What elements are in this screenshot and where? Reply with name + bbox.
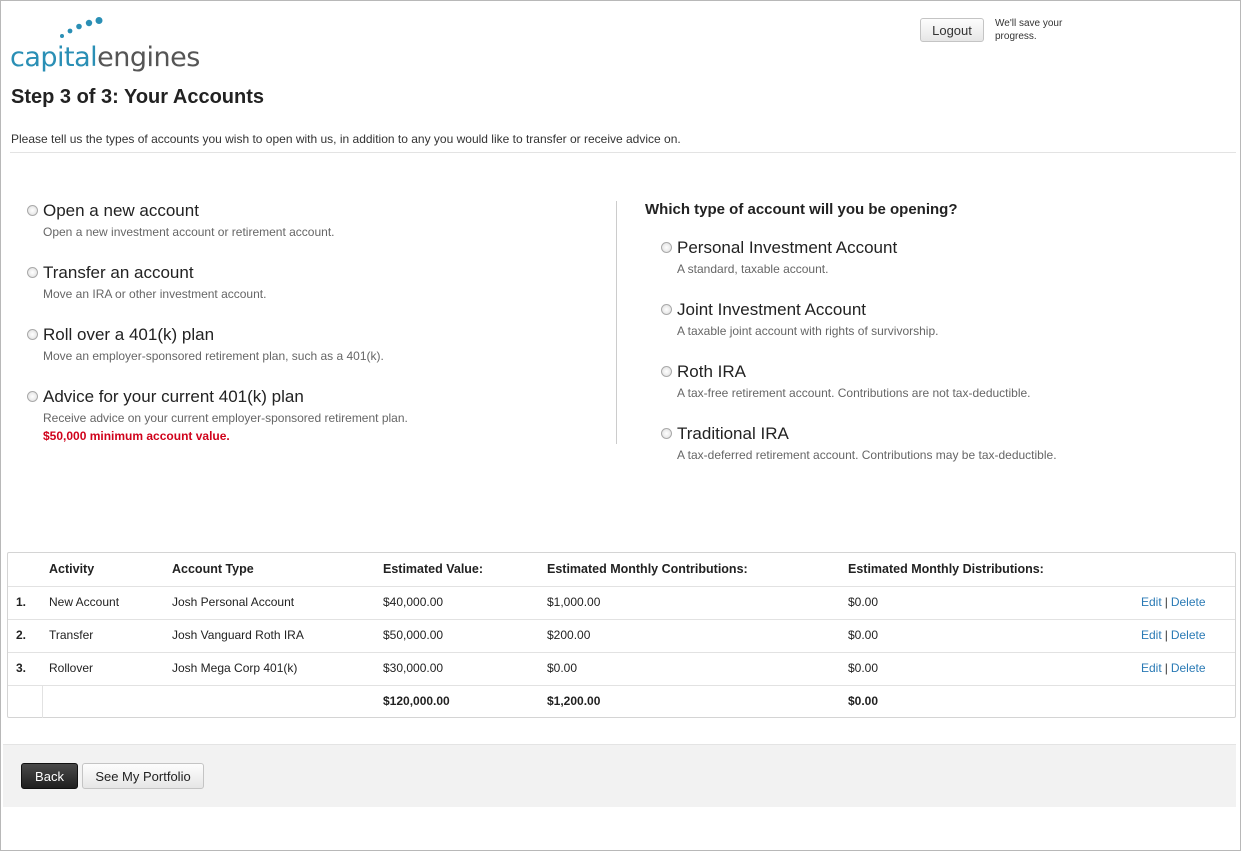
logout-button[interactable]: Logout — [920, 18, 984, 42]
option-description: Move an employer-sponsored retirement pl… — [43, 349, 384, 363]
logo-text: capitalengines — [10, 42, 200, 73]
logo-dots-icon — [60, 17, 103, 38]
row-actions: Edit | Delete — [1141, 586, 1206, 619]
edit-link[interactable]: Edit — [1141, 661, 1162, 675]
row-value: $50,000.00 — [383, 628, 444, 642]
row-number: 1. — [16, 595, 27, 609]
row-actions: Edit | Delete — [1141, 619, 1206, 652]
edit-link[interactable]: Edit — [1141, 595, 1162, 609]
row-distributions: $0.00 — [848, 661, 879, 675]
total-contributions: $1,200.00 — [547, 694, 601, 708]
option-description: A taxable joint account with rights of s… — [677, 324, 939, 338]
radio-joint-investment[interactable] — [661, 304, 672, 315]
separator: | — [1164, 628, 1168, 642]
row-number: 3. — [16, 661, 27, 675]
row-actions: Edit | Delete — [1141, 652, 1206, 685]
option-description: A standard, taxable account. — [677, 262, 829, 276]
header-monthly-contributions: Estimated Monthly Contributions: — [547, 562, 748, 576]
divider — [10, 152, 1236, 153]
row-number: 2. — [16, 628, 27, 642]
separator: | — [1164, 595, 1168, 609]
header-monthly-distributions: Estimated Monthly Distributions: — [848, 562, 1044, 576]
table-totals-row: $120,000.00 $1,200.00 $0.00 — [8, 685, 1235, 718]
header-activity: Activity — [49, 562, 95, 576]
radio-traditional-ira[interactable] — [661, 428, 672, 439]
page-frame — [0, 0, 1241, 851]
radio-personal-investment[interactable] — [661, 242, 672, 253]
totals-blank-cell — [8, 685, 43, 718]
option-title: Personal Investment Account — [677, 238, 898, 257]
footer-bar: Back See My Portfolio — [3, 744, 1236, 807]
row-value: $30,000.00 — [383, 661, 444, 675]
page-title: Step 3 of 3: Your Accounts — [11, 86, 264, 108]
option-description: Open a new investment account or retirem… — [43, 225, 335, 239]
row-activity: Rollover — [49, 661, 94, 675]
row-value: $40,000.00 — [383, 595, 444, 609]
radio-open-new-account[interactable] — [27, 205, 38, 216]
radio-roth-ira[interactable] — [661, 366, 672, 377]
row-contributions: $0.00 — [547, 661, 578, 675]
option-description: Move an IRA or other investment account. — [43, 287, 267, 301]
logo-text-engines: engines — [97, 42, 200, 73]
edit-link[interactable]: Edit — [1141, 628, 1162, 642]
table-row: 1. New Account Josh Personal Account $40… — [8, 586, 1235, 620]
option-description: A tax-deferred retirement account. Contr… — [677, 448, 1057, 462]
back-button[interactable]: Back — [21, 763, 78, 789]
save-progress-note: We'll save your progress. — [995, 18, 1063, 42]
option-title: Open a new account — [43, 201, 199, 220]
header-estimated-value: Estimated Value: — [383, 562, 484, 576]
total-value: $120,000.00 — [383, 694, 450, 708]
minimum-value-warning: $50,000 minimum account value. — [43, 429, 230, 443]
row-account-type: Josh Personal Account — [172, 595, 295, 609]
account-type-question: Which type of account will you be openin… — [645, 201, 958, 218]
total-distributions: $0.00 — [848, 694, 879, 708]
row-contributions: $200.00 — [547, 628, 591, 642]
row-account-type: Josh Vanguard Roth IRA — [172, 628, 304, 642]
accounts-table: Activity Account Type Estimated Value: E… — [7, 552, 1236, 718]
option-title: Traditional IRA — [677, 424, 789, 443]
option-title: Advice for your current 401(k) plan — [43, 387, 304, 406]
option-title: Roll over a 401(k) plan — [43, 325, 215, 344]
separator: | — [1164, 661, 1168, 675]
option-description: Receive advice on your current employer-… — [43, 411, 408, 425]
radio-rollover-401k[interactable] — [27, 329, 38, 340]
row-distributions: $0.00 — [848, 595, 879, 609]
row-contributions: $1,000.00 — [547, 595, 601, 609]
column-divider — [616, 201, 617, 444]
row-activity: New Account — [49, 595, 120, 609]
row-activity: Transfer — [49, 628, 94, 642]
row-account-type: Josh Mega Corp 401(k) — [172, 661, 298, 675]
logo: capitalengines — [10, 14, 200, 74]
option-title: Transfer an account — [43, 263, 194, 282]
radio-advice-401k[interactable] — [27, 391, 38, 402]
radio-transfer-account[interactable] — [27, 267, 38, 278]
see-my-portfolio-button[interactable]: See My Portfolio — [82, 763, 204, 789]
table-header-row: Activity Account Type Estimated Value: E… — [8, 553, 1235, 587]
delete-link[interactable]: Delete — [1171, 661, 1206, 675]
table-row: 2. Transfer Josh Vanguard Roth IRA $50,0… — [8, 619, 1235, 653]
intro-text: Please tell us the types of accounts you… — [11, 132, 681, 146]
option-title: Joint Investment Account — [677, 300, 866, 319]
delete-link[interactable]: Delete — [1171, 595, 1206, 609]
table-row: 3. Rollover Josh Mega Corp 401(k) $30,00… — [8, 652, 1235, 686]
option-description: A tax-free retirement account. Contribut… — [677, 386, 1031, 400]
option-title: Roth IRA — [677, 362, 746, 381]
header-account-type: Account Type — [172, 562, 254, 576]
delete-link[interactable]: Delete — [1171, 628, 1206, 642]
logo-text-capital: capital — [10, 42, 98, 73]
row-distributions: $0.00 — [848, 628, 879, 642]
